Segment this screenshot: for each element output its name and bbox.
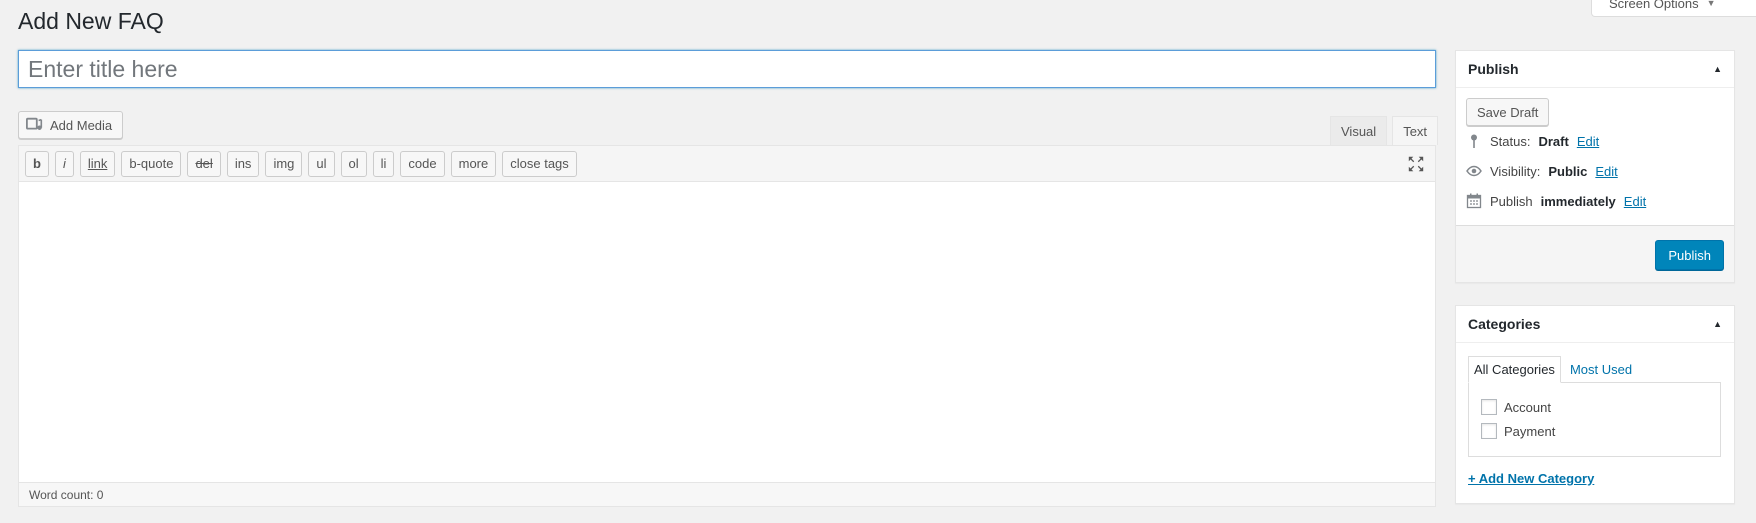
caret-down-icon: ▼ [1706, 0, 1716, 8]
list-item[interactable]: Account [1481, 395, 1720, 419]
qt-blockquote-button[interactable]: b-quote [121, 150, 182, 177]
editor-container: b i link b-quote del ins img ul ol li co… [18, 145, 1436, 507]
screen-options-button[interactable]: Screen Options ▼ [1591, 0, 1756, 17]
screen-options-label: Screen Options [1609, 0, 1699, 11]
edit-status-link[interactable]: Edit [1577, 134, 1599, 149]
major-publishing-actions: Publish [1456, 225, 1734, 282]
list-item[interactable]: Payment [1481, 419, 1720, 443]
page-title: Add New FAQ [18, 8, 164, 34]
post-status-row: Status: Draft Edit [1466, 133, 1599, 149]
category-label: Payment [1504, 423, 1556, 439]
publish-box-header[interactable]: Publish ▲ [1456, 51, 1734, 88]
post-title-input[interactable]: Enter title here [18, 50, 1436, 88]
qt-link-button[interactable]: link [79, 150, 116, 177]
publish-box-title: Publish [1468, 61, 1519, 77]
content-textarea[interactable] [19, 182, 1435, 482]
qt-li-button[interactable]: li [372, 150, 395, 177]
save-draft-button[interactable]: Save Draft [1466, 98, 1550, 126]
qt-del-button[interactable]: del [187, 150, 221, 177]
qt-code-button[interactable]: code [400, 150, 445, 177]
qt-bold-button[interactable]: b [25, 150, 49, 177]
status-value: Draft [1538, 133, 1569, 149]
tab-text[interactable]: Text [1392, 116, 1439, 145]
pin-icon [1471, 134, 1477, 148]
categories-box-title: Categories [1468, 316, 1541, 332]
qt-ol-button[interactable]: ol [340, 150, 367, 177]
publish-time-row: Publish immediately Edit [1466, 193, 1646, 209]
collapse-arrow-icon[interactable]: ▲ [1713, 319, 1722, 329]
edit-visibility-link[interactable]: Edit [1595, 164, 1617, 179]
category-checkbox[interactable] [1481, 399, 1497, 415]
publish-value: immediately [1540, 193, 1616, 209]
eye-icon [1466, 165, 1482, 177]
fullscreen-icon[interactable] [1407, 155, 1425, 173]
publish-box: Publish ▲ Save Draft Status: Draft Edit … [1455, 50, 1735, 283]
media-icon [26, 117, 43, 130]
qt-italic-button[interactable]: i [54, 150, 74, 177]
visibility-value: Public [1548, 163, 1588, 179]
collapse-arrow-icon[interactable]: ▲ [1713, 64, 1722, 74]
qt-ul-button[interactable]: ul [308, 150, 335, 177]
tab-visual[interactable]: Visual [1330, 116, 1388, 145]
editor-tabs: Visual Text [1330, 116, 1439, 145]
category-tabs: All Categories Most Used [1468, 356, 1637, 383]
visibility-label: Visibility: [1490, 163, 1541, 179]
visibility-row: Visibility: Public Edit [1466, 163, 1618, 179]
edit-publish-time-link[interactable]: Edit [1624, 194, 1646, 209]
categories-box: Categories ▲ All Categories Most Used Ac… [1455, 305, 1735, 504]
categories-box-header[interactable]: Categories ▲ [1456, 306, 1734, 343]
publish-button[interactable]: Publish [1655, 240, 1724, 270]
category-checkbox[interactable] [1481, 423, 1497, 439]
qt-close-tags-button[interactable]: close tags [502, 150, 577, 177]
quicktags-toolbar: b i link b-quote del ins img ul ol li co… [19, 146, 1435, 182]
publish-label: Publish [1490, 193, 1533, 209]
qt-ins-button[interactable]: ins [226, 150, 260, 177]
add-media-button[interactable]: Add Media [18, 111, 124, 139]
qt-more-button[interactable]: more [450, 150, 497, 177]
tab-all-categories[interactable]: All Categories [1468, 356, 1561, 383]
word-count: Word count: 0 [19, 482, 1435, 506]
category-checklist: Account Payment [1468, 382, 1721, 457]
calendar-icon [1466, 193, 1482, 209]
qt-img-button[interactable]: img [265, 150, 303, 177]
add-media-label: Add Media [50, 117, 113, 133]
status-label: Status: [1490, 133, 1531, 149]
category-label: Account [1504, 399, 1551, 415]
tab-most-used[interactable]: Most Used [1561, 356, 1637, 383]
add-new-category-link[interactable]: + Add New Category [1468, 471, 1594, 486]
